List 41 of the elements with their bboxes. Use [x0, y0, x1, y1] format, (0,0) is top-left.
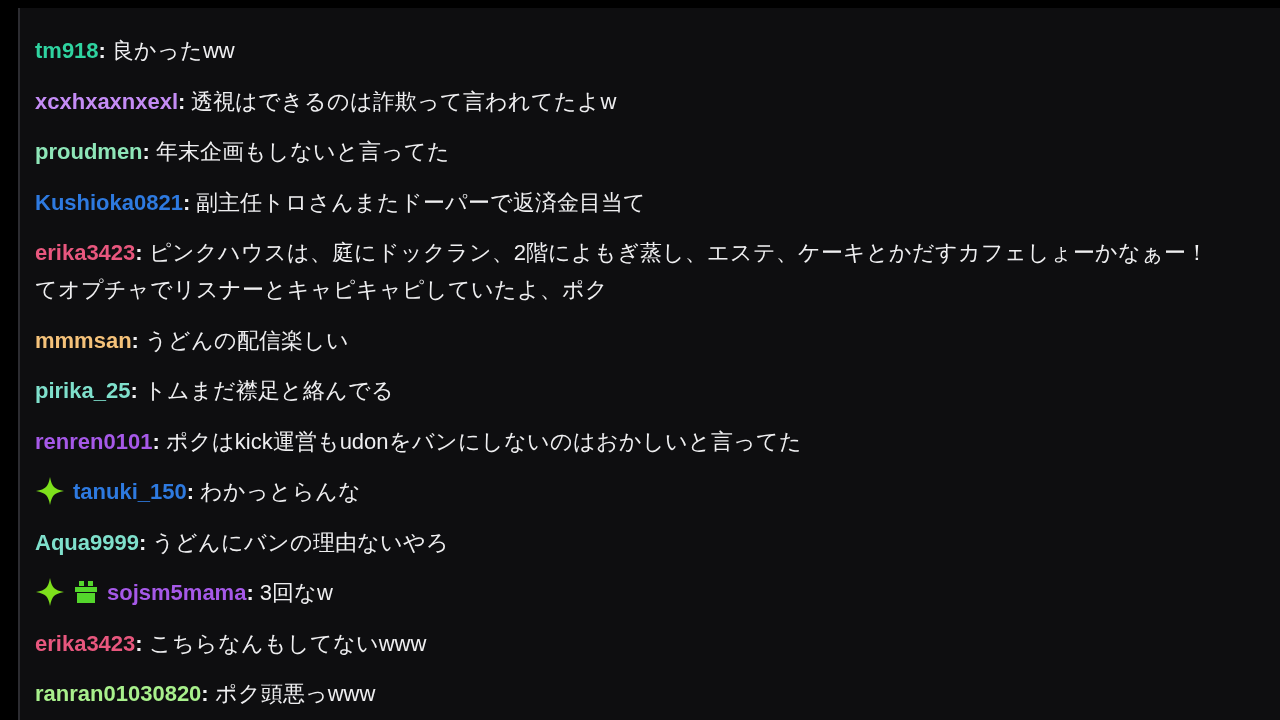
colon-separator: :	[135, 630, 143, 656]
username[interactable]: renren0101	[35, 428, 153, 454]
gift-icon	[73, 579, 99, 606]
message-text: てオプチャでリスナーとキャピキャピしていたよ、ポク	[35, 277, 608, 302]
username[interactable]: sojsm5mama	[107, 580, 247, 605]
message-text: うどんの配信楽しい	[144, 327, 349, 353]
username[interactable]: tanuki_150	[73, 479, 187, 504]
colon-separator: :	[246, 580, 254, 605]
message-text: うどんにバンの理由ないやろ	[152, 529, 450, 555]
message-text: こちらなんもしてないwww	[148, 630, 427, 656]
colon-separator: :	[152, 428, 160, 454]
message-text: 副主任トロさんまたドーパーで返済金目当て	[196, 189, 647, 215]
message-text: 3回なw	[259, 580, 333, 605]
message-text: 年末企画もしないと言ってた	[155, 139, 450, 164]
colon-separator: :	[186, 479, 195, 504]
username[interactable]: Kushioka0821	[35, 189, 183, 215]
colon-separator: :	[182, 189, 191, 215]
username[interactable]: xcxhxaxnxexl	[35, 88, 179, 114]
message-text: トムまだ襟足と絡んでる	[143, 378, 394, 403]
message-text: 良かったww	[111, 38, 235, 63]
colon-separator: :	[98, 38, 106, 63]
username[interactable]: erika3423	[35, 630, 136, 656]
username[interactable]: proudmen	[35, 139, 143, 164]
colon-separator: :	[130, 378, 138, 403]
colon-separator: :	[142, 139, 150, 164]
message-text: 透視はできるのは詐欺って言われてたよw	[191, 88, 617, 114]
message-text: わかっとらんな	[200, 479, 362, 504]
colon-separator: :	[135, 240, 143, 265]
colon-separator: :	[138, 529, 147, 555]
message-text: ポク頭悪っwww	[214, 681, 376, 706]
colon-separator: :	[131, 327, 139, 353]
message-text: ピンクハウスは、庭にドックラン、2階によもぎ蒸し、エステ、ケーキとかだすカフェしょーかなぁー！	[148, 240, 1208, 265]
username[interactable]: erika3423	[35, 240, 136, 265]
username[interactable]: pirika_25	[35, 378, 131, 403]
username[interactable]: ranran01030820	[35, 681, 202, 706]
username[interactable]: tm918	[35, 38, 99, 63]
colon-separator: :	[178, 88, 186, 114]
username[interactable]: Aqua9999	[35, 529, 139, 555]
username[interactable]: mmmsan	[35, 327, 132, 353]
colon-separator: :	[201, 681, 209, 706]
message-text: ポクはkick運営もudonをバンにしないのはおかしいと言ってた	[165, 428, 802, 454]
